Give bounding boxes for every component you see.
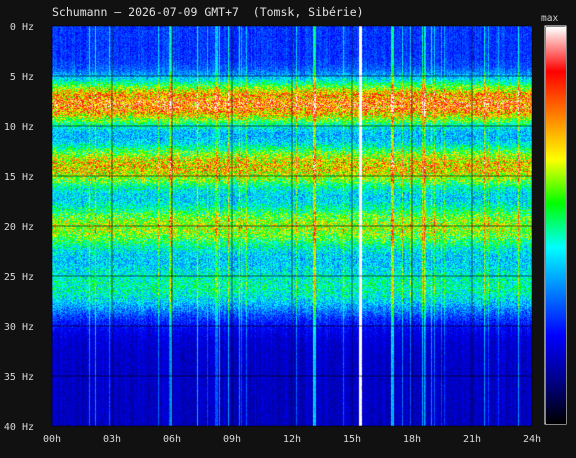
x-tick-label: 21h [463,434,481,445]
x-tick-label: 06h [163,434,181,445]
y-tick-label: 40 Hz [4,422,34,433]
x-tick-label: 09h [223,434,241,445]
chart-title: Schumann — 2026-07-09 GMT+7 (Tomsk, Sibé… [52,5,364,19]
x-tick-label: 15h [343,434,361,445]
y-axis-ticks: 0 Hz 5 Hz 10 Hz 15 Hz 20 Hz 25 Hz 30 Hz 35 Hz 40… [4,22,34,433]
spectrogram-chart: 00h 03h 06h 09h 12h 15h 18h 21h 24h 0 Hz 5 Hz 10 H… [4,22,567,445]
y-tick-label: 30 Hz [4,322,34,333]
y-tick-label: 5 Hz [10,72,34,83]
y-tick-label: 20 Hz [4,222,34,233]
y-tick-label: 15 Hz [4,172,34,183]
x-tick-label: 03h [103,434,121,445]
x-tick-label: 24h [523,434,541,445]
colorbar-wrapper [546,27,566,424]
y-tick-label: 0 Hz [10,22,34,33]
x-tick-label: 00h [43,434,61,445]
colorbar-label: max [541,13,559,24]
y-tick-label: 25 Hz [4,272,34,283]
x-tick-label: 12h [283,434,301,445]
x-axis-ticks: 00h 03h 06h 09h 12h 15h 18h 21h 24h [43,434,541,445]
y-tick-label: 10 Hz [4,122,34,133]
colorbar [546,27,566,424]
x-tick-label: 18h [403,434,421,445]
y-tick-label: 35 Hz [4,372,34,383]
